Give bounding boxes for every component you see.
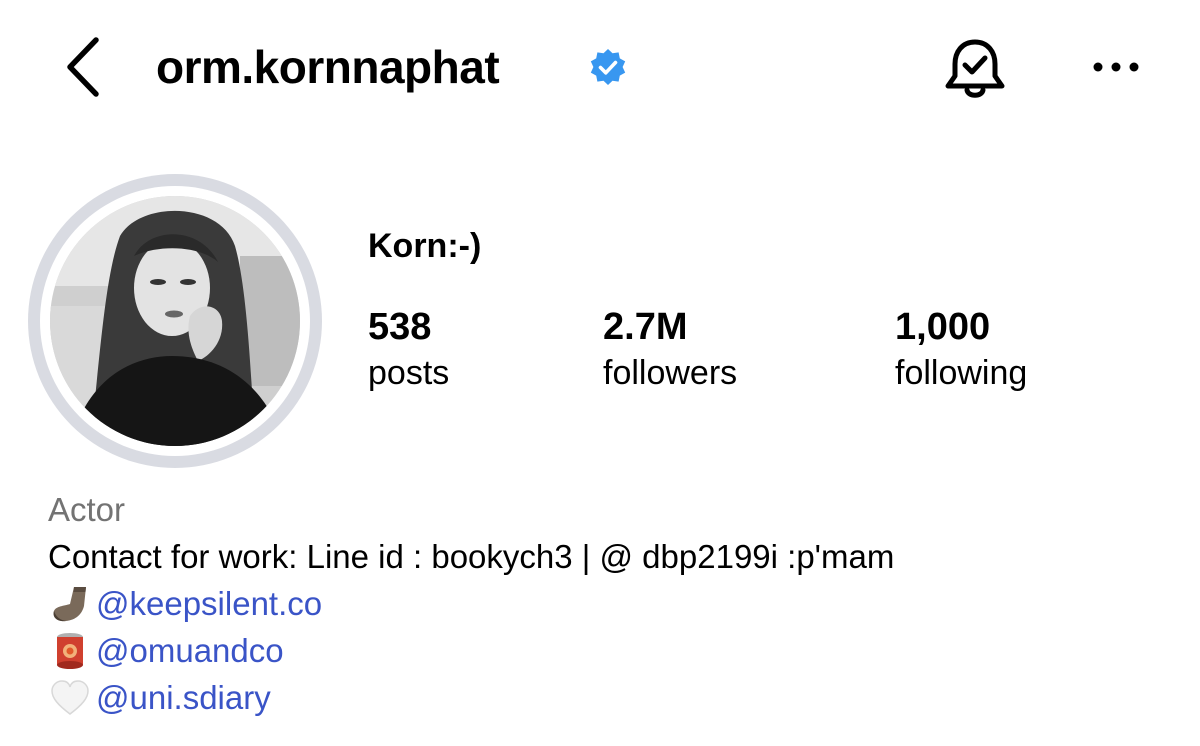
bio-link-item: @keepsilent.co <box>48 580 894 627</box>
display-name: Korn:-) <box>368 227 482 265</box>
posts-stat[interactable]: 538 posts <box>368 304 449 396</box>
profile-username: orm.kornnaphat <box>156 41 500 93</box>
profile-bio: Actor Contact for work: Line id : bookyc… <box>48 486 894 721</box>
bio-link-item: @omuandco <box>48 627 894 674</box>
white-heart-emoji-icon <box>51 679 89 715</box>
profile-photo <box>50 196 300 446</box>
bell-check-icon <box>945 39 1005 98</box>
posts-label: posts <box>368 354 450 392</box>
bio-link-keepsilent[interactable]: @keepsilent.co <box>96 580 322 627</box>
bio-link-omuandco[interactable]: @omuandco <box>96 627 284 674</box>
followers-label: followers <box>603 354 738 392</box>
profile-header: orm.kornnaphat <box>0 0 1200 140</box>
following-label: following <box>895 354 1028 392</box>
verified-badge-icon <box>590 49 626 85</box>
more-horizontal-icon <box>1093 62 1139 72</box>
bio-contact: Contact for work: Line id : bookych3 | @… <box>48 538 895 575</box>
avatar-ring[interactable] <box>28 174 322 468</box>
sock-emoji-icon <box>53 586 86 621</box>
bio-link-item: @uni.sdiary <box>48 674 894 721</box>
back-button[interactable] <box>58 34 108 100</box>
avatar <box>50 196 300 446</box>
following-stat[interactable]: 1,000 following <box>895 304 1027 396</box>
posts-count: 538 <box>368 306 432 348</box>
followers-stat[interactable]: 2.7M followers <box>603 304 737 396</box>
can-emoji-icon <box>57 632 83 669</box>
profile-category: Actor <box>48 491 126 528</box>
followers-count: 2.7M <box>603 306 688 348</box>
bio-link-unisdiary[interactable]: @uni.sdiary <box>96 674 271 721</box>
notifications-button[interactable] <box>940 36 1010 102</box>
chevron-left-icon <box>67 37 99 97</box>
following-count: 1,000 <box>895 306 991 348</box>
more-options-button[interactable] <box>1086 52 1146 82</box>
